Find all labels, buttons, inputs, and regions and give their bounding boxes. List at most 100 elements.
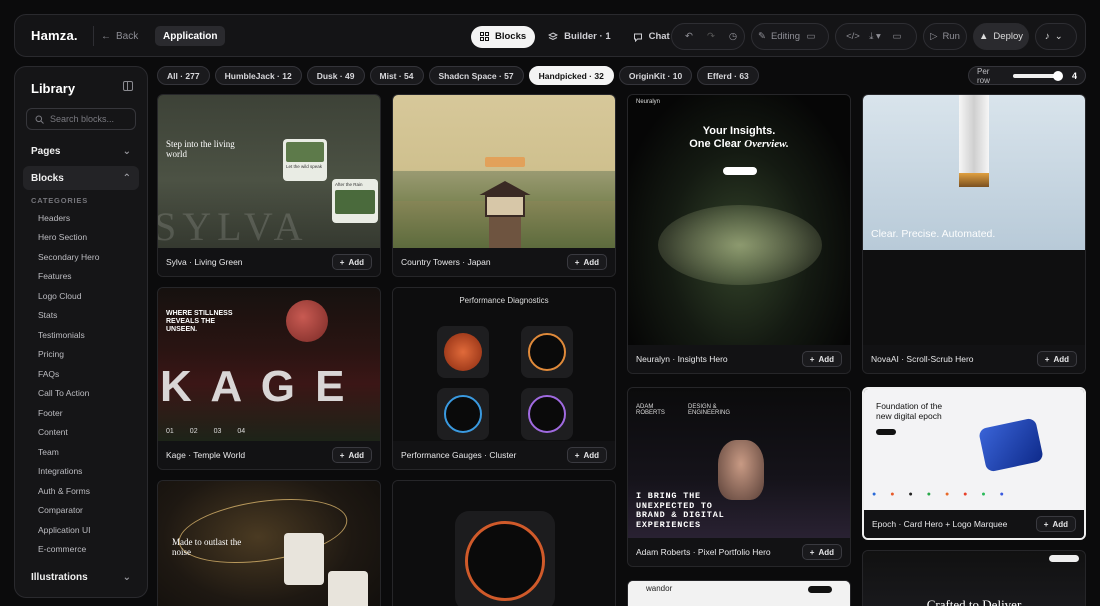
- sidebar-item-logo-cloud[interactable]: Logo Cloud: [38, 286, 99, 306]
- chip-efferd[interactable]: Efferd · 63: [697, 66, 759, 85]
- chip-mist[interactable]: Mist · 54: [369, 66, 424, 85]
- add-label: Add: [1052, 519, 1068, 529]
- code-icon: </>: [846, 31, 860, 42]
- sidebar-item-features[interactable]: Features: [38, 267, 99, 287]
- sidebar-item-auth-forms[interactable]: Auth & Forms: [38, 481, 99, 501]
- category-list: Headers Hero Section Secondary Hero Feat…: [38, 208, 99, 559]
- cable-bundle: [959, 95, 989, 175]
- account-menu[interactable]: ♪ ⌄: [1035, 23, 1077, 50]
- sidebar-item-secondary-hero[interactable]: Secondary Hero: [38, 247, 99, 267]
- epoch-device: [978, 417, 1044, 473]
- country-preview: [393, 95, 615, 250]
- sidebar-item-pricing[interactable]: Pricing: [38, 345, 99, 365]
- deploy-label: Deploy: [993, 31, 1023, 42]
- sidebar-item-team[interactable]: Team: [38, 442, 99, 462]
- redo-button[interactable]: ↷: [700, 26, 722, 48]
- add-label: Add: [348, 257, 364, 267]
- download-button[interactable]: ⤓ ▾: [864, 26, 886, 48]
- wandor-preview: wandor: [628, 581, 850, 606]
- block-card-speedometer[interactable]: [392, 480, 616, 606]
- logo-icon: ●: [908, 491, 913, 498]
- card-footer: NovaAI · Scroll-Scrub Hero + Add: [863, 345, 1085, 373]
- kage-num[interactable]: 03: [214, 428, 222, 435]
- sidebar-toggle-icon[interactable]: [123, 81, 133, 91]
- kage-num[interactable]: 01: [166, 428, 174, 435]
- history-button[interactable]: ◷: [722, 26, 744, 48]
- preview-button[interactable]: ▭: [886, 26, 908, 48]
- chip-handpicked[interactable]: Handpicked · 32: [528, 66, 614, 85]
- run-button[interactable]: ▷ Run: [923, 23, 967, 50]
- add-button[interactable]: + Add: [566, 447, 607, 463]
- section-pages[interactable]: Pages ⌄: [23, 139, 139, 163]
- block-card-neuralyn[interactable]: Neuralyn Your Insights. One Clear Overvi…: [627, 94, 851, 374]
- slider-knob[interactable]: [1052, 70, 1063, 81]
- block-card-sylva[interactable]: Step into the living world SYLVA Let the…: [157, 94, 381, 277]
- block-card-outlast[interactable]: Made to outlast the noise: [157, 480, 381, 606]
- kage-num[interactable]: 04: [237, 428, 245, 435]
- sidebar-item-comparator[interactable]: Comparator: [38, 501, 99, 521]
- sidebar-item-footer[interactable]: Footer: [38, 403, 99, 423]
- chip-all[interactable]: All · 277: [157, 66, 210, 85]
- per-row-slider[interactable]: [1012, 70, 1063, 81]
- add-button[interactable]: + Add: [331, 254, 372, 270]
- sidebar-item-e-commerce[interactable]: E-commerce: [38, 540, 99, 560]
- sidebar-item-faqs[interactable]: FAQs: [38, 364, 99, 384]
- history-group: ↶ ↷ ◷: [671, 23, 745, 50]
- tab-blocks[interactable]: Blocks: [471, 25, 536, 48]
- application-button[interactable]: Application: [155, 26, 226, 46]
- sidebar-item-testimonials[interactable]: Testimonials: [38, 325, 99, 345]
- block-card-kage[interactable]: WHERE STILLNESS REVEALS THE UNSEEN. K A …: [157, 287, 381, 470]
- brand-logo[interactable]: Hamza.: [31, 28, 78, 43]
- sidebar-item-stats[interactable]: Stats: [38, 306, 99, 326]
- tab-builder[interactable]: Builder · 1: [539, 26, 619, 48]
- neuralyn-heading-2: One Clear Overview.: [628, 138, 850, 150]
- editing-button[interactable]: ✎ Editing: [758, 26, 800, 48]
- neuralyn-cta[interactable]: [723, 167, 757, 175]
- add-button[interactable]: + Add: [801, 544, 842, 560]
- kage-moon: [286, 300, 328, 342]
- undo-button[interactable]: ↶: [678, 26, 700, 48]
- card-title: Kage · Temple World: [166, 450, 246, 460]
- tab-label: Builder · 1: [564, 31, 611, 42]
- kage-num[interactable]: 02: [190, 428, 198, 435]
- mini-card-text: After the Rain: [335, 182, 363, 187]
- sidebar-item-hero-section[interactable]: Hero Section: [38, 228, 99, 248]
- add-button[interactable]: + Add: [801, 351, 842, 367]
- tower-top: [485, 157, 525, 167]
- block-card-adam[interactable]: ADAM ROBERTS DESIGN & ENGINEERING I BRIN…: [627, 387, 851, 567]
- block-card-nova[interactable]: Clear. Precise. Automated. NovaAI · Scro…: [862, 94, 1086, 374]
- add-button[interactable]: + Add: [566, 254, 607, 270]
- dark-cta[interactable]: [1049, 555, 1079, 562]
- block-card-country[interactable]: Country Towers · Japan + Add: [392, 94, 616, 277]
- block-card-dark[interactable]: Crafted to Deliver: [862, 550, 1086, 606]
- block-card-epoch[interactable]: Foundation of the new digital epoch ● ● …: [862, 387, 1086, 540]
- sidebar-item-headers[interactable]: Headers: [38, 208, 99, 228]
- outlast-heading: Made to outlast the noise: [172, 537, 242, 557]
- comment-button[interactable]: ▭: [800, 26, 822, 48]
- code-button[interactable]: </>: [842, 26, 864, 48]
- categories-heading: CATEGORIES: [31, 196, 89, 205]
- search-input[interactable]: Search blocks...: [26, 108, 136, 130]
- block-card-wandor[interactable]: wandor: [627, 580, 851, 606]
- section-illustrations[interactable]: Illustrations ⌄: [23, 565, 139, 589]
- sidebar-item-call-to-action[interactable]: Call To Action: [38, 384, 99, 404]
- block-card-perf[interactable]: Performance Diagnostics Performance Gaug…: [392, 287, 616, 470]
- back-button[interactable]: ← Back: [101, 26, 138, 46]
- add-button[interactable]: + Add: [1035, 516, 1076, 532]
- filter-chips: All · 277 HumbleJack · 12 Dusk · 49 Mist…: [157, 66, 759, 85]
- sidebar-item-content[interactable]: Content: [38, 423, 99, 443]
- chip-originkit[interactable]: OriginKit · 10: [618, 66, 693, 85]
- epoch-cta[interactable]: [876, 429, 896, 435]
- chip-shadcn-space[interactable]: Shadcn Space · 57: [428, 66, 524, 85]
- sidebar-item-application-ui[interactable]: Application UI: [38, 520, 99, 540]
- wandor-cta[interactable]: [808, 586, 832, 593]
- add-button[interactable]: + Add: [1036, 351, 1077, 367]
- epoch-preview: Foundation of the new digital epoch ● ● …: [864, 389, 1084, 514]
- sidebar-item-integrations[interactable]: Integrations: [38, 462, 99, 482]
- download-icon: ⤓ ▾: [869, 31, 881, 42]
- add-button[interactable]: + Add: [331, 447, 372, 463]
- section-blocks[interactable]: Blocks ⌃: [23, 166, 139, 190]
- chip-humblejack[interactable]: HumbleJack · 12: [214, 66, 302, 85]
- deploy-button[interactable]: ▲ Deploy: [973, 23, 1029, 50]
- chip-dusk[interactable]: Dusk · 49: [306, 66, 365, 85]
